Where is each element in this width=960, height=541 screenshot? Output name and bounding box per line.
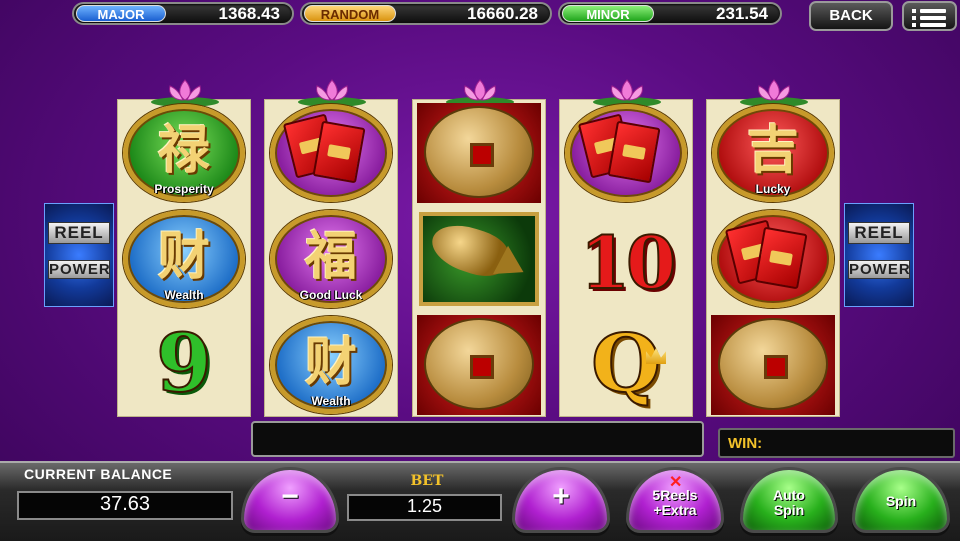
wealth-glyph: 财 — [304, 332, 357, 393]
lucky-caption: Lucky — [755, 182, 791, 196]
reel-power-logo-left: REEL POWER — [44, 203, 114, 307]
bet-label: BET — [410, 473, 444, 489]
good-luck-glyph: 福 — [304, 226, 357, 287]
logo-right-line2: POWER — [848, 260, 911, 279]
symbol-ten: 10 — [560, 206, 692, 312]
reel-2: 福 Good Luck 财 Wealth — [264, 79, 398, 418]
nine-text: 9 — [155, 315, 213, 411]
wealth-caption: Wealth — [311, 394, 351, 408]
reel-3 — [412, 79, 546, 418]
symbol-prosperity: 禄 Prosperity — [118, 100, 250, 206]
increase-bet-button[interactable]: + — [512, 467, 610, 533]
jackpot-random: RANDOM 16660.28 — [300, 2, 552, 25]
balance-value: 37.63 — [17, 491, 233, 520]
symbol-lucky: 吉 Lucky — [707, 100, 839, 206]
symbol-wealth: 财 Wealth — [118, 206, 250, 312]
logo-left-line1: REEL — [48, 222, 110, 244]
prosperity-glyph: 禄 — [157, 120, 210, 181]
wealth-caption: Wealth — [164, 288, 204, 302]
back-button[interactable]: BACK — [809, 1, 893, 31]
symbol-gold-coin — [707, 312, 839, 418]
lucky-glyph: 吉 — [746, 120, 799, 181]
ten-text: 10 — [579, 219, 677, 306]
prosperity-caption: Prosperity — [154, 182, 214, 196]
decrease-bet-button[interactable]: − — [241, 467, 339, 533]
message-box — [251, 421, 704, 457]
gold-coin-icon — [424, 318, 534, 410]
symbol-nine: 9 — [118, 312, 250, 418]
jackpot-random-label: RANDOM — [304, 5, 396, 22]
win-box: WIN: — [718, 428, 955, 458]
close-icon: ✕ — [669, 474, 683, 491]
autospin-line2: Spin — [773, 502, 805, 518]
reels-button-line2: +Extra — [653, 502, 697, 518]
reel-power-logo-right: REEL POWER — [844, 203, 914, 307]
symbol-queen: Q — [560, 312, 692, 418]
symbol-red-envelopes — [707, 206, 839, 312]
balance-label: CURRENT BALANCE — [24, 466, 173, 482]
symbol-gold-coin — [413, 312, 545, 418]
symbol-good-luck: 福 Good Luck — [265, 206, 397, 312]
symbol-red-envelopes — [265, 100, 397, 206]
menu-icon — [904, 9, 955, 27]
five-reels-extra-button[interactable]: ✕ 5Reels +Extra — [626, 467, 724, 533]
jackpot-minor: MINOR 231.54 — [558, 2, 782, 25]
balance-panel: CURRENT BALANCE 37.63 — [10, 463, 233, 523]
bet-value: 1.25 — [347, 494, 502, 521]
win-label: WIN: — [728, 435, 763, 452]
reel-1: 禄 Prosperity 财 Wealth 9 — [117, 79, 251, 418]
auto-spin-button[interactable]: Auto Spin — [740, 467, 838, 533]
logo-left-line2: POWER — [48, 260, 111, 279]
jackpot-major: MAJOR 1368.43 — [72, 2, 294, 25]
menu-button[interactable] — [902, 1, 957, 31]
symbol-gold-coin — [413, 100, 545, 206]
jackpot-minor-label: MINOR — [562, 5, 654, 22]
symbol-red-envelopes — [560, 100, 692, 206]
spin-label: Spin — [885, 493, 917, 509]
jackpot-major-label: MAJOR — [76, 5, 166, 22]
jackpot-minor-value: 231.54 — [716, 4, 768, 23]
reel-5: 吉 Lucky — [706, 79, 840, 418]
spin-button[interactable]: Spin — [852, 467, 950, 533]
logo-right-line1: REEL — [848, 222, 910, 244]
queen-text: Q — [590, 315, 662, 411]
jackpot-random-value: 16660.28 — [467, 4, 538, 23]
gold-coin-icon — [424, 106, 534, 198]
autospin-line1: Auto — [773, 487, 805, 503]
gold-coin-icon — [718, 318, 828, 410]
symbol-wealth: 财 Wealth — [265, 312, 397, 418]
reel-4: 10 Q — [559, 79, 693, 418]
wealth-glyph: 财 — [157, 226, 210, 287]
good-luck-caption: Good Luck — [299, 288, 363, 302]
plus-icon: + — [552, 480, 570, 513]
jackpot-major-value: 1368.43 — [218, 4, 280, 23]
symbol-golden-koi — [413, 206, 545, 312]
minus-icon: − — [281, 480, 299, 513]
